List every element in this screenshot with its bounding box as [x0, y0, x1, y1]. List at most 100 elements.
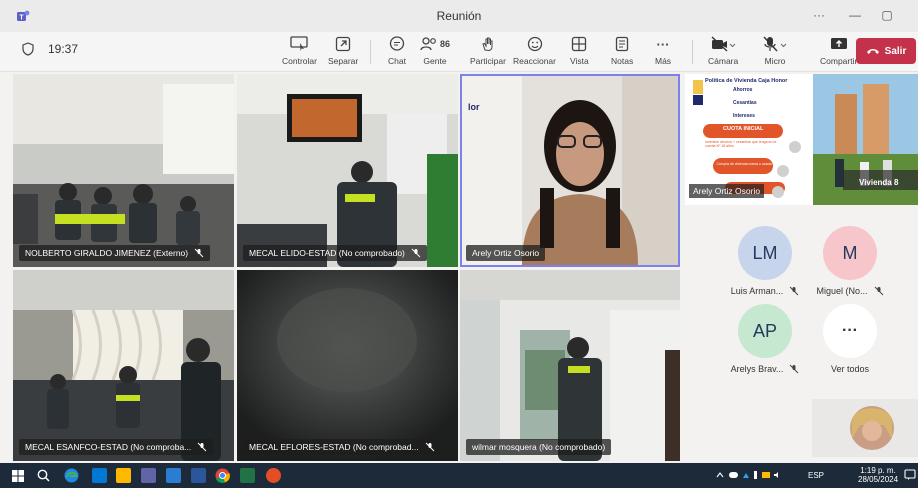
view-button[interactable]: Vista: [570, 35, 589, 69]
shield-icon: [22, 42, 34, 56]
video-feed: [237, 270, 458, 461]
react-button[interactable]: Reaccionar: [513, 35, 556, 69]
language-indicator[interactable]: ESP: [808, 471, 824, 480]
notification-icon[interactable]: [904, 469, 916, 481]
participant-avatar-card[interactable]: LM Luis Arman...: [723, 226, 807, 296]
avatar: M: [823, 226, 877, 280]
slide-cuota: CUOTA INICIAL: [723, 126, 764, 132]
participant-name: Arelys Brav...: [730, 364, 784, 374]
mic-muted-icon: [425, 442, 434, 452]
chat-icon: [389, 36, 405, 51]
share-screen-icon: [830, 38, 847, 49]
participant-name-tag: MECAL ELIDO-ESTAD (No comprobado): [243, 245, 427, 261]
grid-view-icon: [572, 36, 587, 52]
presenter-name: Arely Ortiz Osorio: [689, 184, 765, 198]
participant-name: MECAL EFLORES-ESTAD (No comprobad...: [249, 442, 419, 452]
participant-name-tag: NOLBERTO GIRALDO JIMENEZ (Externo): [19, 245, 211, 261]
raise-hand-button[interactable]: Participar: [470, 35, 506, 69]
video-feed: [237, 74, 458, 267]
slide-box-1: Inversión ahorros + cesantías que tenga …: [705, 140, 777, 148]
tray-overflow-icon: [716, 471, 778, 479]
svg-text:lor: lor: [468, 102, 480, 112]
taskbar-clock[interactable]: 1:19 p. m. 28/05/2024: [858, 466, 898, 484]
participant-name: NOLBERTO GIRALDO JIMENEZ (Externo): [25, 248, 189, 258]
chat-button[interactable]: Chat: [388, 35, 406, 69]
video-feed: [460, 270, 680, 461]
file-explorer-icon[interactable]: [92, 468, 107, 483]
minimize-button[interactable]: —: [844, 6, 866, 24]
video-tile[interactable]: MECAL EFLORES-ESTAD (No comprobad...: [237, 270, 458, 461]
slide-title: Política de Vivienda Caja Honor: [705, 78, 788, 84]
more-icon: ···: [823, 304, 877, 358]
video-tile[interactable]: MECAL ESANFCO-ESTAD (No comproba...: [13, 270, 234, 461]
restore-button[interactable]: ▢: [876, 6, 898, 24]
meeting-timer: 19:37: [22, 42, 78, 56]
people-count: 86: [440, 39, 451, 49]
screen-control-icon: [290, 36, 309, 51]
slide-item: Intereses: [733, 113, 755, 119]
mic-off-icon: [763, 36, 787, 52]
share-button[interactable]: Compartir: [820, 35, 857, 69]
participant-name: MECAL ELIDO-ESTAD (No comprobado): [249, 248, 405, 258]
outlook-icon[interactable]: [166, 468, 181, 483]
camera-button[interactable]: Cámara: [708, 35, 738, 69]
video-tile[interactable]: NOLBERTO GIRALDO JIMENEZ (Externo): [13, 74, 234, 267]
participant-name-tag: Arely Ortiz Osorio: [466, 245, 546, 261]
see-all-button[interactable]: ··· Ver todos: [808, 304, 892, 374]
tray-icons[interactable]: [716, 469, 786, 483]
mic-button[interactable]: Micro: [762, 35, 788, 69]
video-tile-active-speaker[interactable]: lor Arely Ortiz Osorio: [460, 74, 680, 267]
edge-browser-icon[interactable]: [64, 468, 79, 483]
participant-name: Miguel (No...: [816, 286, 868, 296]
participant-name: Arely Ortiz Osorio: [472, 248, 540, 258]
word-icon[interactable]: [191, 468, 206, 483]
windows-start-icon[interactable]: [12, 470, 24, 482]
notes-button[interactable]: Notas: [611, 35, 633, 69]
phone-hangup-icon: [866, 49, 879, 54]
participant-name: Luis Arman...: [730, 286, 784, 296]
video-tile[interactable]: MECAL ELIDO-ESTAD (No comprobado): [237, 74, 458, 267]
participant-avatar-card[interactable]: AP Arelys Brav...: [723, 304, 807, 374]
teams-taskbar-icon[interactable]: [141, 468, 156, 483]
people-button[interactable]: 86 Gente: [420, 35, 450, 69]
slide-box-2: Compra de vivienda nueva o usada: [716, 162, 772, 166]
excel-icon[interactable]: [240, 468, 255, 483]
folder-icon[interactable]: [116, 468, 131, 483]
clock-date: 28/05/2024: [858, 475, 899, 484]
leave-button[interactable]: Salir: [856, 38, 916, 64]
control-button[interactable]: Controlar: [282, 35, 317, 69]
participant-name-tag: MECAL ESANFCO-ESTAD (No comproba...: [19, 439, 214, 455]
see-all-label: Ver todos: [830, 364, 870, 374]
video-feed: [13, 270, 234, 461]
camera-off-icon: [711, 36, 736, 52]
people-icon: [420, 37, 436, 51]
more-actions-button[interactable]: ··· Más: [655, 35, 671, 69]
video-feed: lor: [462, 76, 678, 265]
participant-name: MECAL ESANFCO-ESTAD (No comproba...: [25, 442, 192, 452]
participant-name-tag: MECAL EFLORES-ESTAD (No comprobad...: [243, 439, 441, 455]
title-bar: T Reunión ··· — ▢: [0, 0, 918, 32]
slide-item: Cesantías: [733, 100, 757, 106]
more-options-button[interactable]: ···: [808, 6, 830, 24]
more-icon: ···: [656, 36, 670, 52]
pop-out-button[interactable]: Separar: [328, 35, 358, 69]
meeting-toolbar: 19:37 Controlar Separar Chat 86 Gente Pa…: [0, 32, 918, 72]
search-icon[interactable]: [37, 469, 50, 482]
self-view[interactable]: [812, 399, 918, 457]
app-icon[interactable]: [266, 468, 281, 483]
video-feed: [13, 74, 234, 267]
video-tile[interactable]: wilmar mosquera (No comprobado): [460, 270, 680, 461]
participant-name: wilmar mosquera (No comprobado): [472, 442, 606, 452]
mic-muted-icon: [194, 248, 204, 258]
toolbar-divider: [692, 40, 693, 64]
avatar: AP: [738, 304, 792, 358]
shared-content-tile[interactable]: Política de Vivienda Caja Honor Ahorros …: [685, 74, 918, 205]
timer-text: 19:37: [48, 42, 79, 56]
windows-taskbar: ESP 1:19 p. m. 28/05/2024: [0, 463, 918, 488]
chrome-icon[interactable]: [215, 468, 230, 483]
participant-name-tag: wilmar mosquera (No comprobado): [466, 439, 612, 455]
mic-muted-icon: [789, 286, 799, 296]
pop-out-icon: [335, 36, 351, 52]
mic-muted-icon: [790, 364, 799, 374]
participant-avatar-card[interactable]: M Miguel (No...: [808, 226, 892, 296]
